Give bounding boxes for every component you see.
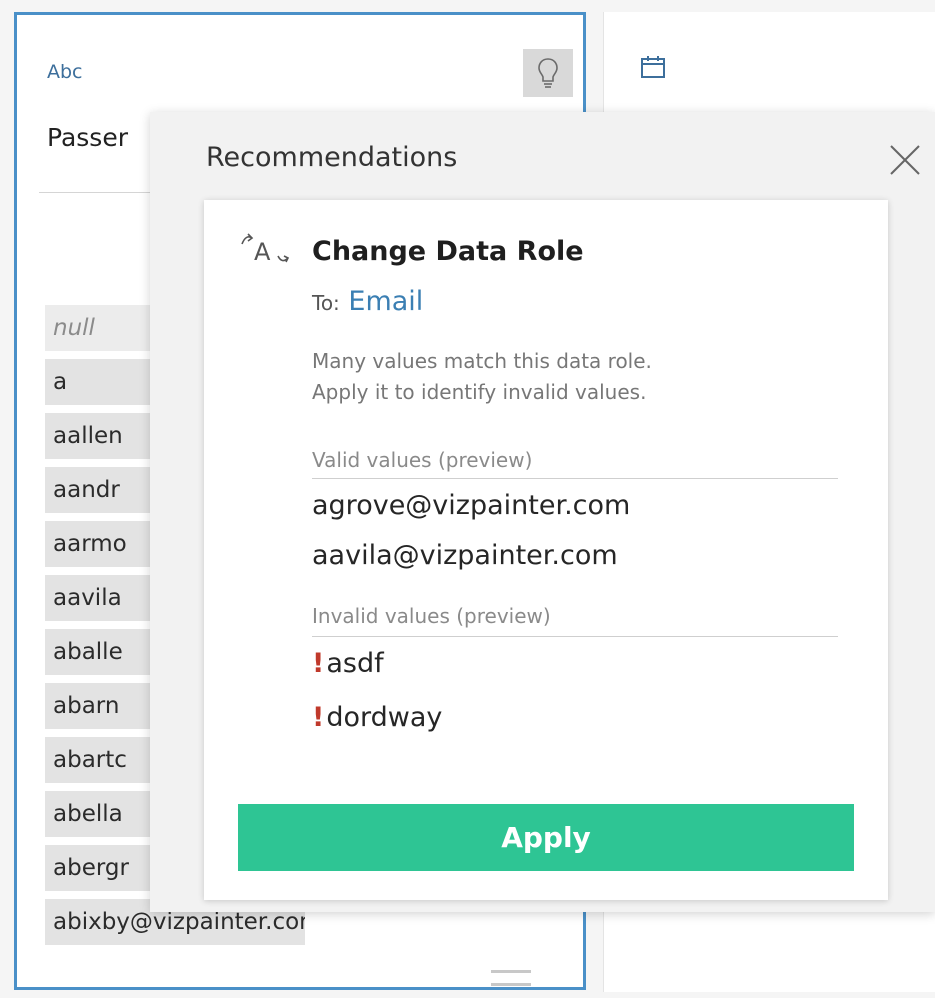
invalid-values-label: Invalid values (preview) bbox=[312, 604, 551, 628]
data-type-label: Abc bbox=[47, 61, 83, 83]
invalid-value: !dordway bbox=[312, 702, 442, 733]
popover-title: Recommendations bbox=[206, 142, 458, 173]
invalid-marker-icon: ! bbox=[312, 648, 325, 679]
resize-handle-icon[interactable] bbox=[491, 970, 531, 986]
calendar-icon bbox=[641, 56, 665, 78]
invalid-value-text: asdf bbox=[326, 648, 384, 679]
field-name: Passer bbox=[47, 123, 128, 152]
invalid-marker-icon: ! bbox=[312, 702, 325, 733]
section-divider bbox=[312, 478, 838, 479]
valid-value: aavila@vizpainter.com bbox=[312, 540, 618, 571]
svg-text:A: A bbox=[254, 238, 271, 266]
invalid-value: !asdf bbox=[312, 648, 384, 679]
description-line: Many values match this data role. bbox=[312, 349, 652, 373]
recommendation-target: To: Email bbox=[312, 286, 423, 317]
description-line: Apply it to identify invalid values. bbox=[312, 380, 647, 404]
valid-values-label: Valid values (preview) bbox=[312, 448, 533, 472]
recommendations-popover: Recommendations A Change Data Role To: E… bbox=[150, 112, 935, 912]
valid-value: agrove@vizpainter.com bbox=[312, 490, 631, 521]
recommendation-heading: Change Data Role bbox=[312, 236, 584, 267]
close-icon bbox=[890, 145, 920, 175]
close-button[interactable] bbox=[885, 140, 925, 180]
target-role-value: Email bbox=[348, 286, 424, 317]
recommendations-lightbulb-button[interactable] bbox=[523, 49, 573, 97]
recommendation-description: Many values match this data role. Apply … bbox=[312, 346, 852, 408]
change-data-role-icon: A bbox=[241, 233, 290, 266]
to-label: To: bbox=[312, 291, 340, 315]
invalid-value-text: dordway bbox=[326, 702, 443, 733]
lightbulb-icon bbox=[538, 58, 558, 88]
section-divider bbox=[312, 636, 838, 637]
recommendation-card: A Change Data Role To: Email Many values… bbox=[204, 200, 888, 900]
apply-button[interactable]: Apply bbox=[238, 804, 854, 871]
